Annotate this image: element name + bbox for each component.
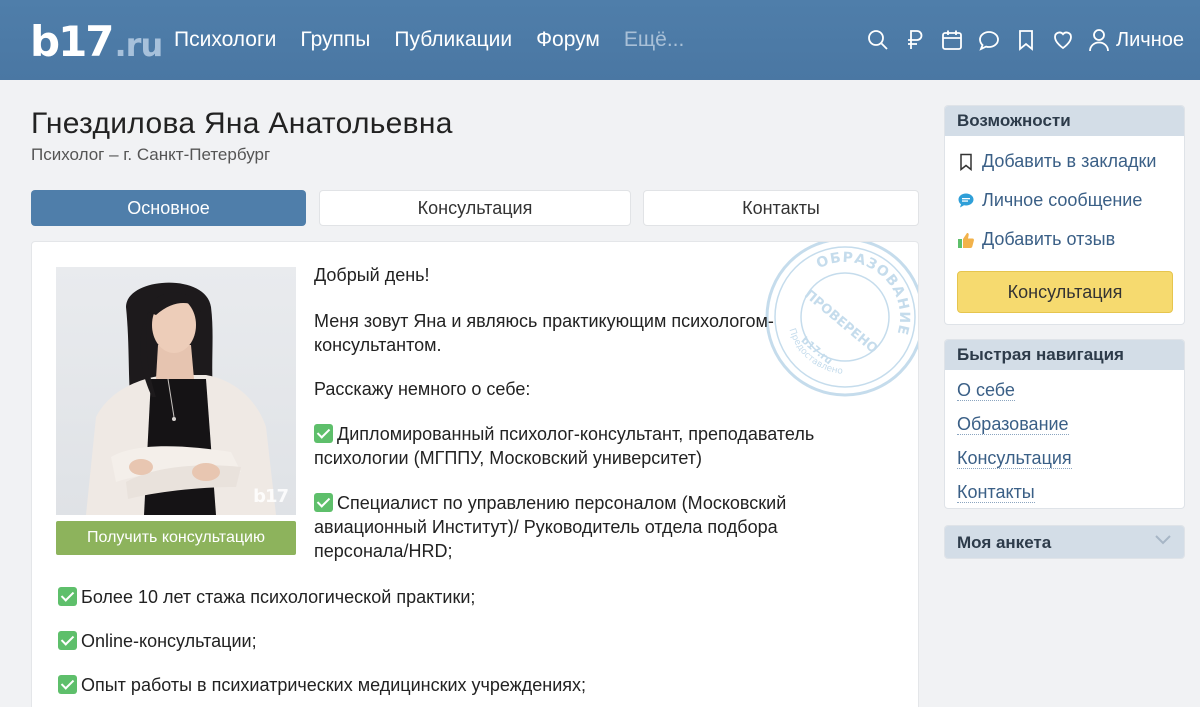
check-icon (58, 587, 77, 606)
list-item: Online-консультации; (58, 629, 878, 653)
my-profile-panel[interactable]: Моя анкета (944, 525, 1185, 559)
bookmark-icon (960, 153, 972, 171)
calendar-icon[interactable] (939, 27, 965, 53)
list-item-text: Опыт работы в психиатрических медицински… (81, 675, 587, 695)
intro-text: Меня зовут Яна и являюсь практикующим пс… (314, 311, 774, 355)
profile-label: Личное (1115, 28, 1184, 51)
page-title: Гнездилова Яна Анатольевна (31, 107, 453, 140)
ruble-icon[interactable] (902, 27, 928, 53)
check-icon (58, 675, 77, 694)
nav-forum[interactable]: Форум (536, 28, 600, 52)
consultation-button[interactable]: Консультация (957, 271, 1173, 313)
header-tools: Личное (854, 0, 1184, 80)
add-review-link[interactable]: Добавить отзыв (957, 229, 1115, 250)
search-icon[interactable] (865, 27, 891, 53)
main-nav: Психологи Группы Публикации Форум Ещё... (174, 0, 708, 80)
message-icon (958, 193, 974, 207)
quick-nav-about[interactable]: О себе (957, 380, 1015, 401)
private-message-link[interactable]: Личное сообщение (957, 190, 1142, 211)
quick-nav-contacts[interactable]: Контакты (957, 482, 1035, 503)
photo-watermark: b17 (253, 486, 289, 507)
my-profile-title: Моя анкета (945, 526, 1184, 558)
features-title: Возможности (945, 106, 1184, 136)
quick-nav-panel: Быстрая навигация О себе Образование Кон… (944, 339, 1185, 509)
list-item: Специалист по управлению персоналом (Мос… (314, 491, 874, 563)
nav-groups[interactable]: Группы (300, 28, 370, 52)
nav-publications[interactable]: Публикации (394, 28, 512, 52)
check-icon (314, 424, 333, 443)
tab-contacts[interactable]: Контакты (643, 190, 919, 226)
check-icon (314, 493, 333, 512)
list-item-text: Online-консультации; (81, 631, 257, 651)
thumbs-up-icon (958, 232, 974, 248)
nav-psychologists[interactable]: Психологи (174, 28, 276, 52)
profile-card: ОБРАЗОВАНИЕ ПРОВЕРЕНО Предоставлено b17.… (31, 241, 919, 707)
features-panel: Возможности Добавить в закладки Личное с… (944, 105, 1185, 325)
list-item-text: Более 10 лет стажа психологической практ… (81, 587, 476, 607)
profile-subtitle: Психолог – г. Санкт-Петербург (31, 145, 271, 164)
psychologist-portrait (86, 282, 276, 515)
check-icon (58, 631, 77, 650)
chevron-down-icon[interactable] (1154, 534, 1172, 546)
nav-more[interactable]: Ещё... (624, 28, 684, 52)
get-consultation-button[interactable]: Получить консультацию (56, 521, 296, 555)
profile-photo[interactable]: b17 (56, 267, 296, 515)
quick-nav-title: Быстрая навигация (945, 340, 1184, 370)
list-item: Дипломированный психолог-консультант, пр… (314, 422, 884, 470)
list-item: Более 10 лет стажа психологической практ… (58, 585, 878, 609)
quick-nav-consultation[interactable]: Консультация (957, 448, 1072, 469)
list-item: Опыт работы в психиатрических медицински… (58, 673, 878, 697)
chat-icon[interactable] (976, 27, 1002, 53)
logo-main: b17 (30, 17, 115, 66)
quick-nav-education[interactable]: Образование (957, 414, 1069, 435)
add-review-label: Добавить отзыв (982, 229, 1116, 249)
greeting-text: Добрый день! (314, 265, 430, 285)
profile-menu[interactable]: Личное (1088, 28, 1184, 52)
logo-suffix: .ru (114, 26, 164, 64)
add-bookmark-link[interactable]: Добавить в закладки (957, 151, 1156, 172)
list-item-text: Специалист по управлению персоналом (Мос… (314, 493, 787, 561)
list-item-text: Дипломированный психолог-консультант, пр… (314, 424, 815, 468)
tab-consultation[interactable]: Консультация (319, 190, 631, 226)
site-logo[interactable]: b17 .ru (30, 17, 164, 66)
about-text: Расскажу немного о себе: (314, 379, 531, 399)
add-bookmark-label: Добавить в закладки (982, 151, 1157, 171)
top-bar: b17 .ru Психологи Группы Публикации Форум… (0, 0, 1200, 80)
user-icon (1089, 29, 1109, 52)
heart-icon[interactable] (1050, 27, 1076, 53)
bookmark-icon[interactable] (1013, 27, 1039, 53)
private-message-label: Личное сообщение (982, 190, 1143, 210)
tab-main[interactable]: Основное (31, 190, 306, 226)
